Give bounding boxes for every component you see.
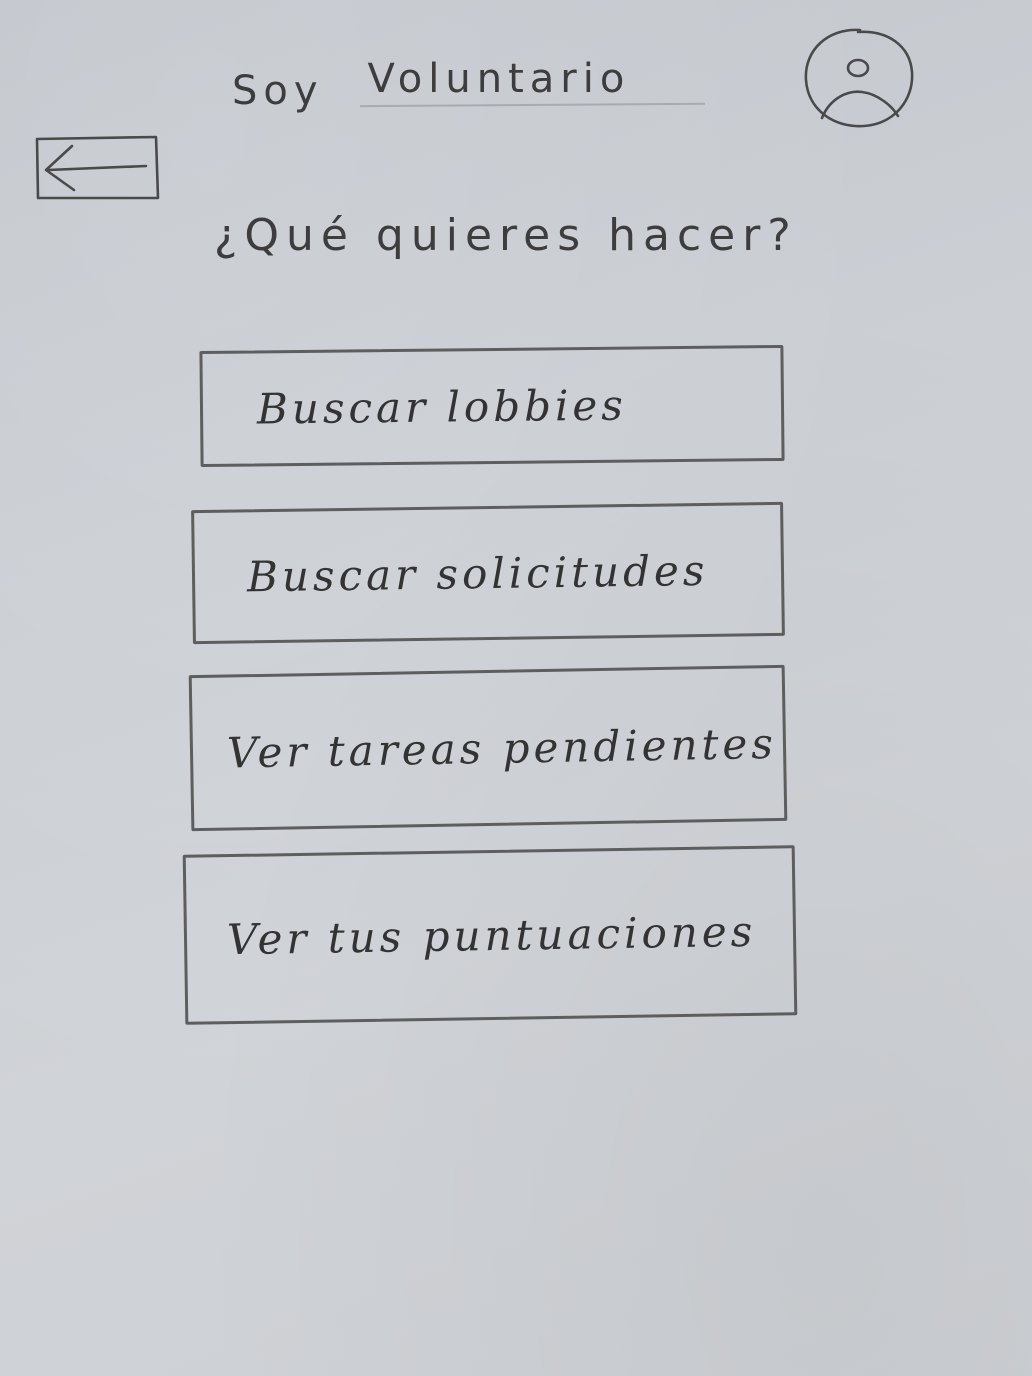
search-lobbies-button[interactable]: Buscar lobbies: [199, 344, 785, 468]
your-scores-label: Ver tus puntuaciones: [226, 906, 757, 964]
your-scores-button[interactable]: Ver tus puntuaciones: [182, 845, 798, 1025]
pending-tasks-button[interactable]: Ver tareas pendientes: [188, 664, 788, 832]
arrow-left-icon: [35, 135, 160, 200]
search-lobbies-label: Buscar lobbies: [256, 380, 628, 433]
back-button[interactable]: [34, 134, 160, 202]
title-prefix: Soy: [232, 68, 324, 114]
page-title: Soy Voluntario: [232, 56, 631, 114]
search-requests-label: Buscar solicitudes: [246, 545, 709, 601]
user-avatar-icon: [804, 28, 914, 128]
profile-button[interactable]: [800, 26, 916, 132]
title-role: Voluntario: [367, 56, 631, 102]
search-requests-button[interactable]: Buscar solicitudes: [191, 501, 785, 645]
pending-tasks-label: Ver tareas pendientes: [226, 718, 778, 778]
title-underline: [359, 102, 706, 108]
question-heading: ¿Qué quieres hacer?: [214, 210, 798, 261]
